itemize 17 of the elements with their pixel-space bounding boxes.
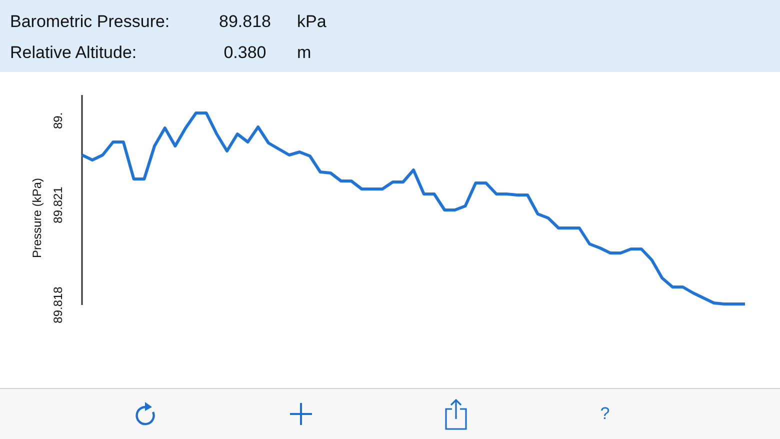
tick-label: 89.821 xyxy=(51,186,65,224)
refresh-button[interactable] xyxy=(133,401,157,427)
reading-unit: kPa xyxy=(297,12,326,32)
share-button[interactable] xyxy=(445,398,467,430)
share-icon xyxy=(445,398,467,430)
reading-value: 89.818 xyxy=(218,12,272,32)
reading-value: 0.380 xyxy=(222,42,268,62)
tick-label: 89.818 xyxy=(51,286,65,324)
plus-icon xyxy=(289,402,313,426)
refresh-icon xyxy=(133,401,157,427)
help-button[interactable]: ? xyxy=(599,404,611,424)
reading-label: Barometric Pressure: xyxy=(10,12,171,32)
tick-label: 89. xyxy=(51,112,65,129)
reading-unit: m xyxy=(297,42,312,62)
axis-title: Pressure (kPa) xyxy=(30,178,44,258)
add-button[interactable] xyxy=(289,402,313,426)
reading-label: Relative Altitude: xyxy=(10,42,138,62)
